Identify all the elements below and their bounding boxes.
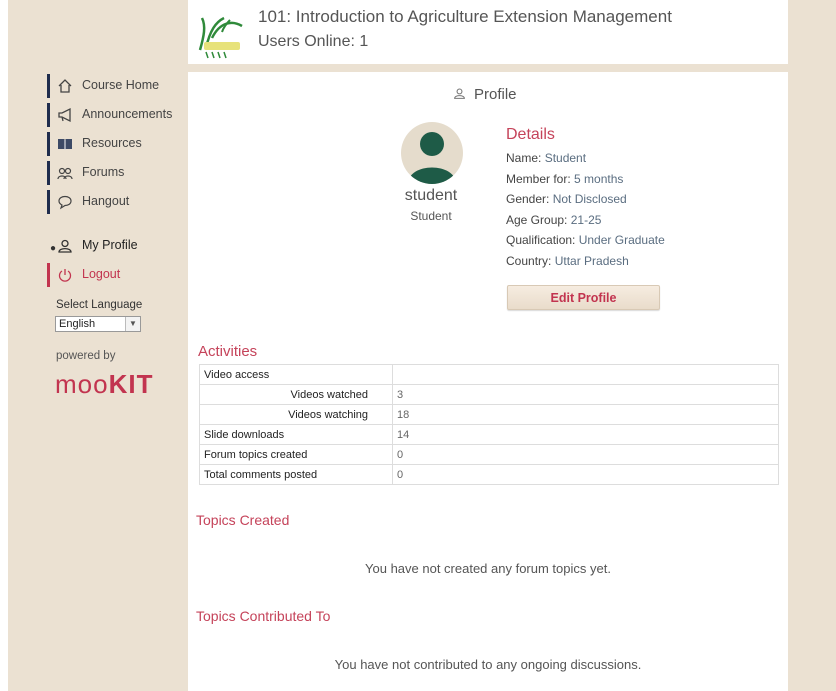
table-row: Slide downloads 14 <box>199 424 779 445</box>
username: student <box>404 187 458 204</box>
topics-created-empty-message: You have not created any forum topics ye… <box>365 561 611 576</box>
megaphone-icon <box>58 107 71 123</box>
header: 101: Introduction to Agriculture Extensi… <box>188 0 788 64</box>
table-cell-value <box>392 364 779 385</box>
home-icon <box>58 79 72 93</box>
chat-icon <box>58 195 72 210</box>
detail-country: Country: Uttar Pradesh <box>506 254 629 268</box>
table-cell-value: 18 <box>392 404 779 425</box>
activities-heading: Activities <box>198 343 258 360</box>
language-value: English <box>59 318 96 330</box>
detail-name: Name: Student <box>506 151 587 165</box>
table-cell-label: Videos watched <box>199 384 393 405</box>
table-row: Videos watched 3 <box>199 384 779 405</box>
table-cell-label: Videos watching <box>199 404 393 425</box>
table-cell-value: 14 <box>392 424 779 445</box>
table-cell-value: 0 <box>392 464 779 485</box>
user-avatar-icon <box>408 132 456 184</box>
mookit-logo[interactable]: mooKIT <box>55 369 153 400</box>
table-cell-label: Video access <box>199 364 393 385</box>
course-title: 101: Introduction to Agriculture Extensi… <box>258 7 672 26</box>
activities-table: Video access Videos watched 3 Videos wat… <box>199 364 779 485</box>
power-icon <box>58 269 72 282</box>
powered-by-label: powered by <box>56 350 116 362</box>
page-title: Profile <box>453 86 517 103</box>
table-row: Videos watching 18 <box>199 404 779 425</box>
detail-qualification: Qualification: Under Graduate <box>506 233 665 247</box>
right-margin <box>788 0 836 691</box>
table-row: Total comments posted 0 <box>199 464 779 485</box>
sidebar-item-label: My Profile <box>82 238 138 252</box>
header-divider <box>188 64 788 72</box>
edit-profile-button[interactable]: Edit Profile <box>507 285 660 310</box>
language-label: Select Language <box>56 299 143 311</box>
table-row: Forum topics created 0 <box>199 444 779 465</box>
institute-logo[interactable] <box>194 8 246 60</box>
table-cell-value: 3 <box>392 384 779 405</box>
sidebar-item-label: Logout <box>82 267 121 281</box>
table-cell-label: Forum topics created <box>199 444 393 465</box>
main-content: Profile student Student Details Name: St… <box>188 72 788 691</box>
sidebar-item-label: Resources <box>82 136 142 150</box>
table-cell-label: Total comments posted <box>199 464 393 485</box>
users-online-count: Users Online: 1 <box>258 33 369 50</box>
user-role: Student <box>410 209 452 223</box>
sidebar-item-label: Announcements <box>82 107 173 121</box>
table-cell-value: 0 <box>392 444 779 465</box>
detail-gender: Gender: Not Disclosed <box>506 192 627 206</box>
sidebar-item-label: Hangout <box>82 194 130 208</box>
avatar <box>401 122 463 184</box>
language-select[interactable]: English ▼ <box>55 316 141 332</box>
table-row: Video access <box>199 364 779 385</box>
topics-contributed-heading: Topics Contributed To <box>196 608 331 624</box>
topics-created-heading: Topics Created <box>196 512 290 528</box>
details-heading: Details <box>506 126 555 143</box>
chevron-down-icon: ▼ <box>125 317 140 331</box>
sidebar-background <box>8 0 188 691</box>
page-title-text: Profile <box>474 86 517 103</box>
user-icon <box>58 239 72 253</box>
sidebar-item-label: Course Home <box>82 78 160 92</box>
sidebar-item-label: Forums <box>82 165 125 179</box>
users-icon <box>57 167 73 180</box>
detail-age-group: Age Group: 21-25 <box>506 213 602 227</box>
detail-member-for: Member for: 5 months <box>506 172 624 186</box>
book-icon <box>58 139 72 150</box>
user-icon <box>454 88 465 99</box>
table-cell-label: Slide downloads <box>199 424 393 445</box>
topics-contributed-empty-message: You have not contributed to any ongoing … <box>334 657 642 672</box>
active-item-marker: ● <box>50 243 57 254</box>
